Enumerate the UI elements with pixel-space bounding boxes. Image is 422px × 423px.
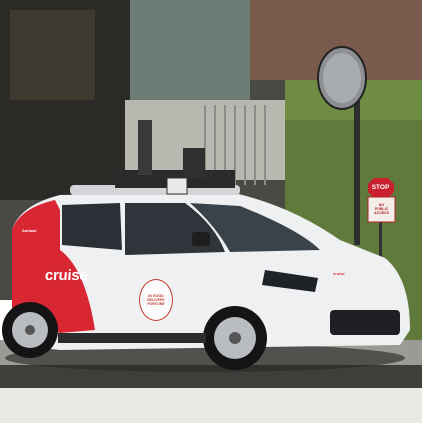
cruise-logo-text: cruise bbox=[44, 267, 89, 284]
street-scene-photo: Ambasi cruise cruise IN GOOD DELIVERY FO… bbox=[0, 0, 422, 423]
roof-screen bbox=[166, 177, 188, 195]
side-skirt bbox=[58, 333, 206, 343]
front-brand-label: Ambasi bbox=[22, 228, 37, 233]
road bbox=[0, 388, 422, 423]
lidar-mast-left bbox=[138, 120, 152, 175]
arched-window bbox=[10, 10, 95, 100]
mirror-pole bbox=[354, 95, 360, 245]
robotaxi-photo bbox=[0, 0, 422, 423]
front-grille bbox=[330, 310, 400, 335]
decal-line-3: FORTUNE bbox=[147, 302, 165, 306]
rear-window bbox=[62, 203, 122, 250]
green-wall bbox=[130, 0, 250, 110]
sign-line-3: ACCESS bbox=[374, 211, 389, 216]
side-brand-label: cruise bbox=[333, 271, 345, 276]
stop-sign-text: STOP bbox=[371, 184, 390, 191]
lidar-mast-right bbox=[183, 148, 205, 178]
side-mirror bbox=[192, 232, 210, 246]
door-decal: IN GOOD DELIVERY FORTUNE bbox=[139, 279, 173, 321]
no-access-text: NO PUBLIC ACCESS bbox=[368, 197, 395, 221]
